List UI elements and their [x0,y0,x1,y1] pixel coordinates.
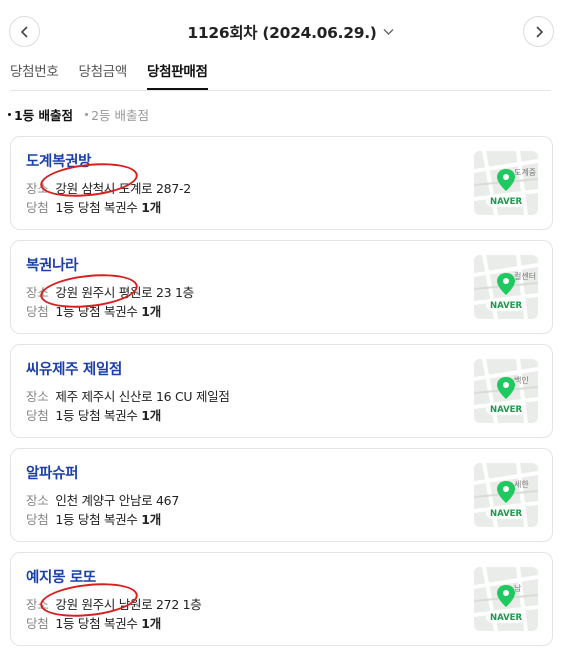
winning-label: 당첨 [26,304,49,319]
map-thumbnail[interactable]: 컬센터 NAVER [474,255,538,319]
tab-winning-numbers[interactable]: 당첨번호 [10,60,59,90]
store-name[interactable]: 복권나라 [26,254,78,275]
map-thumbnail[interactable]: 백인 NAVER [474,359,538,423]
address-label: 장소 [26,389,49,404]
filter-second-prize[interactable]: 2등 배출점 [85,105,149,124]
address-label: 장소 [26,493,49,508]
main-tabs: 당첨번호 당첨금액 당첨판매점 [10,60,228,90]
winning-count: 1개 [141,200,161,215]
store-winning-row: 당첨 1등 당첨 복권수 1개 [26,509,161,528]
map-thumbnail[interactable]: 도계중 NAVER [474,151,538,215]
bullet-icon [85,113,89,116]
store-winning-row: 당첨 1등 당첨 복권수 1개 [26,197,161,216]
winning-text: 1등 당첨 복권수 [55,408,138,423]
chevron-right-icon [535,25,543,38]
store-card[interactable]: 씨유제주 제일점 장소 제주 제주시 신산로 16 CU 제일점 당첨 1등 당첨 … [10,344,553,438]
store-address: 제주 제주시 신산로 16 CU 제일점 [55,389,230,404]
store-address-row: 장소 인천 계양구 안남로 467 [26,490,179,509]
winning-label: 당첨 [26,512,49,527]
winning-count: 1개 [141,408,161,423]
naver-badge: NAVER [490,613,523,623]
tab-winning-stores[interactable]: 당첨판매점 [146,60,208,90]
chevron-down-icon [383,22,394,40]
winning-text: 1등 당첨 복권수 [55,512,138,527]
naver-badge: NAVER [490,197,523,207]
naver-badge: NAVER [490,509,523,519]
map-place-text: 백인 [514,375,529,385]
winning-count: 1개 [141,616,161,631]
store-name[interactable]: 알파슈퍼 [26,462,78,483]
store-card[interactable]: 알파슈퍼 장소 인천 계양구 안남로 467 당첨 1등 당첨 복권수 1개 세한 … [10,448,553,542]
winning-label: 당첨 [26,616,49,631]
naver-badge: NAVER [490,301,523,311]
store-winning-row: 당첨 1등 당첨 복권수 1개 [26,405,161,424]
round-title: 1126회차 (2024.06.29.) [187,24,377,42]
map-place-text: 남 [514,584,522,593]
bullet-icon [8,113,11,116]
store-winning-row: 당첨 1등 당첨 복권수 1개 [26,613,161,632]
map-place-text: 컬센터 [514,271,536,281]
winning-count: 1개 [141,304,161,319]
naver-badge: NAVER [490,405,523,415]
winning-count: 1개 [141,512,161,527]
map-place-text: 세한 [514,480,529,489]
store-name[interactable]: 씨유제주 제일점 [26,358,122,379]
map-thumbnail[interactable]: 남 NAVER [474,567,538,631]
winning-label: 당첨 [26,408,49,423]
filter-first-prize[interactable]: 1등 배출점 [8,105,73,124]
winning-text: 1등 당첨 복권수 [55,200,138,215]
store-address: 인천 계양구 안남로 467 [55,493,179,508]
store-address-row: 장소 제주 제주시 신산로 16 CU 제일점 [26,386,230,405]
map-thumbnail[interactable]: 세한 NAVER [474,463,538,527]
map-place-text: 도계중 [514,167,536,177]
winning-text: 1등 당첨 복권수 [55,616,138,631]
tab-prize-amounts[interactable]: 당첨금액 [78,60,127,90]
next-round-button[interactable] [523,16,554,47]
rank-filter: 1등 배출점 2등 배출점 [8,105,161,124]
round-selector[interactable]: 1126회차 (2024.06.29.) [0,21,581,43]
winning-label: 당첨 [26,200,49,215]
tabs-divider [10,90,551,91]
